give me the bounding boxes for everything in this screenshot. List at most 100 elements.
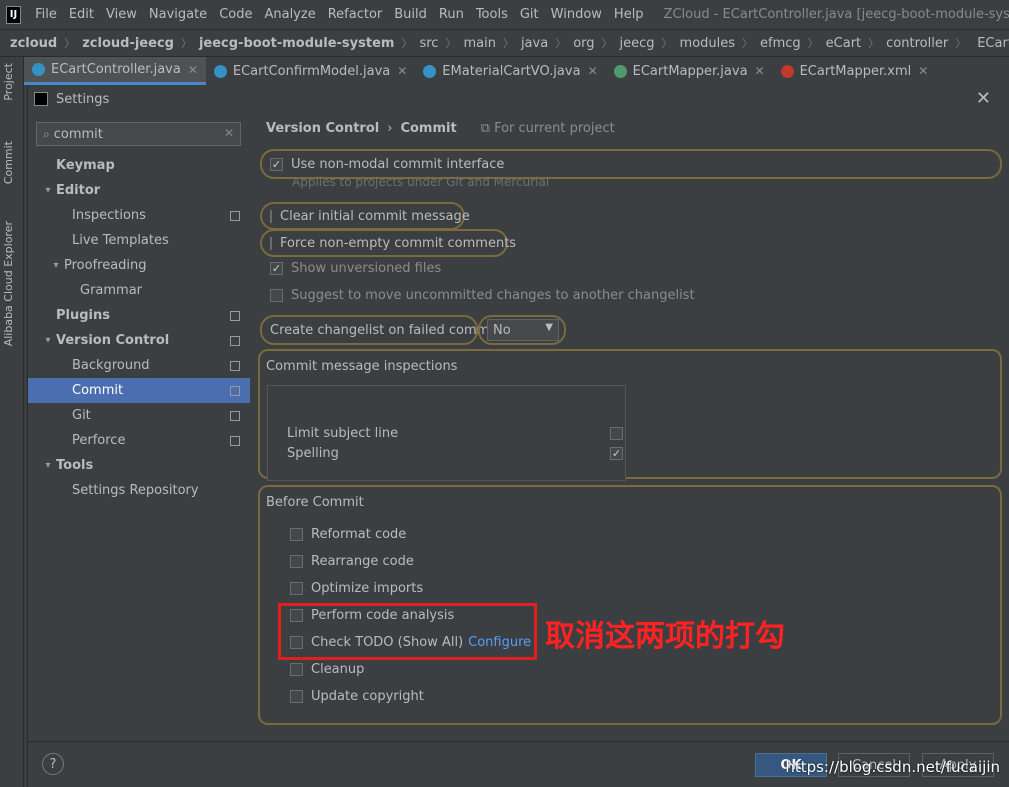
- before-commit-reformat-code[interactable]: Reformat code: [290, 527, 406, 542]
- clear-search-icon[interactable]: ✕: [224, 126, 234, 140]
- tree-item-version-control[interactable]: ▾ Version Control: [28, 328, 250, 353]
- breadcrumb-item[interactable]: jeecg: [620, 36, 655, 51]
- tree-item-label: Grammar: [80, 283, 143, 298]
- breadcrumb-item[interactable]: java: [521, 36, 548, 51]
- checkbox-box[interactable]: [610, 427, 623, 440]
- menu-window[interactable]: Window: [545, 7, 608, 22]
- checkbox-box[interactable]: [270, 157, 283, 171]
- checkbox-label: Rearrange code: [311, 554, 414, 569]
- menu-navigate[interactable]: Navigate: [143, 7, 213, 22]
- checkbox-box[interactable]: [270, 209, 272, 223]
- checkbox-box[interactable]: [290, 528, 303, 541]
- path-version-control[interactable]: Version Control: [266, 121, 379, 136]
- tree-item-live-templates[interactable]: Live Templates: [28, 228, 250, 253]
- menu-run[interactable]: Run: [433, 7, 470, 22]
- chevron-down-icon[interactable]: ▾: [48, 260, 64, 271]
- tree-item-perforce[interactable]: Perforce: [28, 428, 250, 453]
- editor-tab[interactable]: ECartConfirmModel.java ✕: [206, 57, 415, 85]
- project-scope-icon: ⧉: [480, 121, 495, 136]
- force-nonempty-comments-checkbox[interactable]: Force non-empty commit comments: [260, 229, 516, 257]
- help-button[interactable]: ?: [42, 753, 64, 775]
- breadcrumb-item[interactable]: controller: [886, 36, 948, 51]
- chevron-down-icon[interactable]: ▾: [40, 335, 56, 346]
- tree-item-keymap[interactable]: Keymap: [28, 153, 250, 178]
- before-commit-update-copyright[interactable]: Update copyright: [290, 689, 424, 704]
- menu-help[interactable]: Help: [608, 7, 650, 22]
- tree-item-plugins[interactable]: Plugins: [28, 303, 250, 328]
- editor-tab[interactable]: ECartMapper.xml ✕: [773, 57, 937, 85]
- menu-build[interactable]: Build: [388, 7, 433, 22]
- before-commit-optimize-imports[interactable]: Optimize imports: [290, 581, 423, 596]
- breadcrumb-item[interactable]: ECartController: [977, 36, 1009, 51]
- close-tab-icon[interactable]: ✕: [918, 64, 928, 78]
- menu-refactor[interactable]: Refactor: [322, 7, 389, 22]
- clear-initial-commit-checkbox[interactable]: Clear initial commit message: [260, 202, 470, 230]
- editor-tab-bar: ECartController.java ✕ ECartConfirmModel.j…: [24, 57, 1009, 85]
- dialog-footer: ? OK Cancel Apply https://blog.csdn.net/…: [28, 741, 1009, 787]
- limit-subject-row[interactable]: Limit subject line: [287, 426, 625, 441]
- checkbox-box[interactable]: [290, 582, 303, 595]
- commit-tool-tab[interactable]: Commit: [2, 141, 15, 184]
- checkbox-box[interactable]: [290, 555, 303, 568]
- tree-item-commit[interactable]: Commit: [28, 378, 250, 403]
- close-icon[interactable]: ✕: [976, 88, 991, 109]
- menu-analyze[interactable]: Analyze: [258, 7, 321, 22]
- tree-item-tools[interactable]: ▾ Tools: [28, 453, 250, 478]
- menu-view[interactable]: View: [100, 7, 143, 22]
- checkbox-box[interactable]: [270, 236, 272, 250]
- checkbox-box[interactable]: [270, 262, 283, 275]
- tree-item-grammar[interactable]: Grammar: [28, 278, 250, 303]
- project-scope-icon: [230, 210, 240, 221]
- menu-edit[interactable]: Edit: [63, 7, 100, 22]
- menu-code[interactable]: Code: [213, 7, 258, 22]
- show-unversioned-checkbox[interactable]: Show unversioned files: [270, 261, 441, 276]
- tree-item-label: Perforce: [72, 433, 126, 448]
- close-tab-icon[interactable]: ✕: [755, 64, 765, 78]
- before-commit-rearrange-code[interactable]: Rearrange code: [290, 554, 414, 569]
- tree-item-settings-repository[interactable]: Settings Repository: [28, 478, 250, 503]
- close-tab-icon[interactable]: ✕: [588, 64, 598, 78]
- checkbox-box[interactable]: [270, 289, 283, 302]
- menu-tools[interactable]: Tools: [470, 7, 514, 22]
- breadcrumb-item[interactable]: main: [463, 36, 495, 51]
- checkbox-box[interactable]: [290, 663, 303, 676]
- breadcrumb-separator: 〉: [807, 37, 819, 50]
- tool-window-strip: Project Commit Alibaba Cloud Explorer: [0, 57, 24, 787]
- breadcrumb-item[interactable]: src: [419, 36, 438, 51]
- before-commit-cleanup[interactable]: Cleanup: [290, 662, 364, 677]
- breadcrumb-item[interactable]: efmcg: [760, 36, 801, 51]
- breadcrumb-item[interactable]: jeecg-boot-module-system: [199, 36, 395, 51]
- alibaba-cloud-explorer-tab[interactable]: Alibaba Cloud Explorer: [2, 221, 15, 346]
- editor-tab[interactable]: ECartController.java ✕: [24, 57, 206, 85]
- breadcrumb-item[interactable]: zcloud: [10, 36, 57, 51]
- breadcrumb-item[interactable]: zcloud-jeecg: [82, 36, 174, 51]
- tree-item-inspections[interactable]: Inspections: [28, 203, 250, 228]
- close-tab-icon[interactable]: ✕: [188, 63, 198, 77]
- editor-tab[interactable]: EMaterialCartVO.java ✕: [415, 57, 605, 85]
- project-tool-tab[interactable]: Project: [2, 63, 15, 101]
- changelist-select[interactable]: No ▼: [487, 319, 559, 341]
- menu-file[interactable]: File: [29, 7, 63, 22]
- breadcrumb-item[interactable]: modules: [680, 36, 736, 51]
- spelling-row[interactable]: Spelling: [287, 446, 625, 461]
- settings-search-input[interactable]: ⌕ commit ✕: [36, 122, 241, 146]
- watermark-text: https://blog.csdn.net/fucaijin: [785, 758, 1000, 776]
- changelist-label: Create changelist on failed commit:: [270, 322, 503, 338]
- menu-git[interactable]: Git: [514, 7, 545, 22]
- chevron-down-icon[interactable]: ▾: [40, 185, 56, 196]
- checkbox-box[interactable]: [290, 690, 303, 703]
- checkbox-box[interactable]: [610, 447, 623, 460]
- breadcrumb-item[interactable]: eCart: [826, 36, 861, 51]
- editor-tab-label: ECartConfirmModel.java: [232, 63, 391, 79]
- close-tab-icon[interactable]: ✕: [397, 64, 407, 78]
- breadcrumb-item[interactable]: org: [573, 36, 594, 51]
- editor-tab[interactable]: ECartMapper.java ✕: [606, 57, 773, 85]
- tree-item-editor[interactable]: ▾ Editor: [28, 178, 250, 203]
- tree-item-proofreading[interactable]: ▾ Proofreading: [28, 253, 250, 278]
- chevron-down-icon[interactable]: ▾: [40, 460, 56, 471]
- suggest-move-checkbox[interactable]: Suggest to move uncommitted changes to a…: [270, 288, 695, 303]
- tree-item-background[interactable]: Background: [28, 353, 250, 378]
- window-title: ZCloud - ECartController.java [jeecg-boo…: [663, 7, 1009, 22]
- tree-item-git[interactable]: Git: [28, 403, 250, 428]
- checkbox-label: Optimize imports: [311, 581, 424, 596]
